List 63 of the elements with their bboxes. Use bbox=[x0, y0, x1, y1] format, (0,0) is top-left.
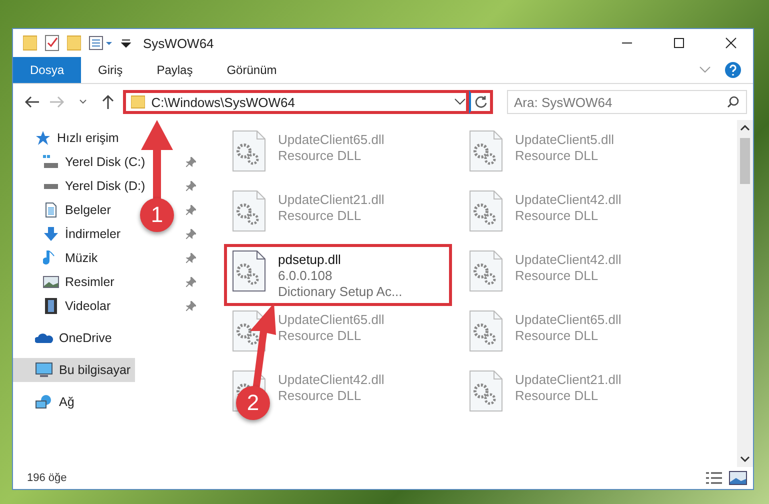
navigation-item[interactable]: Yerel Disk (D:) bbox=[13, 174, 150, 198]
file-detail: Resource DLL bbox=[515, 328, 600, 343]
cloud-icon bbox=[35, 332, 53, 344]
help-icon[interactable] bbox=[725, 62, 741, 78]
gear-file-icon bbox=[232, 190, 266, 232]
file-detail: 6.0.0.108 bbox=[278, 268, 334, 283]
window-title: SysWOW64 bbox=[143, 36, 214, 50]
chevron-down-icon[interactable] bbox=[454, 98, 466, 106]
file-detail: Resource DLL bbox=[278, 388, 362, 403]
navigation-item[interactable]: Resimler bbox=[13, 270, 118, 294]
gear-file-icon bbox=[469, 130, 503, 172]
file-detail: Resource DLL bbox=[515, 268, 600, 283]
download-arrow-icon bbox=[43, 226, 59, 242]
file-detail: Resource DLL bbox=[278, 328, 362, 343]
file-detail: Resource DLL bbox=[515, 388, 600, 403]
item-count: 196 öğe bbox=[27, 472, 68, 484]
address-field[interactable]: C:\Windows\SysWOW64 bbox=[123, 90, 470, 114]
details-view-icon[interactable] bbox=[705, 471, 723, 485]
file-detail: Resource DLL bbox=[278, 208, 362, 223]
navigation-item[interactable]: OneDrive bbox=[13, 326, 116, 350]
navigation-item[interactable]: Ağ bbox=[13, 390, 78, 414]
gear-file-icon bbox=[232, 250, 266, 292]
properties-icon[interactable] bbox=[89, 36, 113, 50]
file-detail: Resource DLL bbox=[515, 208, 600, 223]
file-detail: Resource DLL bbox=[515, 148, 600, 163]
ribbon-tab[interactable]: Görünüm bbox=[210, 57, 294, 83]
navigation-item[interactable]: Videolar bbox=[13, 294, 115, 318]
gear-file-icon bbox=[469, 250, 503, 292]
monitor-icon bbox=[35, 362, 53, 378]
navigation-item[interactable]: Bu bilgisayar bbox=[13, 358, 135, 382]
network-icon bbox=[35, 394, 53, 410]
dropdown-icon[interactable] bbox=[121, 38, 131, 48]
file-name[interactable]: pdsetup.dll bbox=[278, 252, 402, 267]
maximize-icon bbox=[673, 37, 685, 49]
gear-file-icon bbox=[469, 310, 503, 352]
scrollbar-thumb[interactable] bbox=[740, 138, 750, 184]
search-field[interactable]: Ara: SysWOW64 bbox=[506, 90, 747, 114]
gear-file-icon bbox=[469, 370, 503, 412]
navigation-item[interactable]: İndirmeler bbox=[13, 222, 125, 246]
refresh-icon bbox=[474, 95, 488, 109]
folder-icon bbox=[131, 95, 146, 109]
document-icon bbox=[43, 202, 59, 218]
search-icon bbox=[726, 96, 739, 108]
drive-icon bbox=[43, 183, 59, 189]
navigation-item[interactable]: Belgeler bbox=[13, 198, 115, 222]
drive-icon bbox=[43, 154, 59, 170]
gear-file-icon bbox=[469, 190, 503, 232]
file-detail: Dictionary Setup Ac... bbox=[278, 284, 402, 299]
ribbon-tab[interactable]: Paylaş bbox=[140, 57, 210, 83]
close-icon bbox=[725, 37, 737, 49]
navigation-item[interactable]: Müzik bbox=[13, 246, 102, 270]
thumbnail-view-icon[interactable] bbox=[729, 471, 747, 485]
file-detail: Resource DLL bbox=[278, 148, 362, 163]
gear-file-icon bbox=[232, 130, 266, 172]
navigation-item[interactable]: Yerel Disk (C:) bbox=[13, 150, 150, 174]
file-menu-button[interactable]: Dosya bbox=[13, 57, 82, 83]
checklist-icon[interactable] bbox=[45, 35, 59, 51]
picture-icon bbox=[43, 274, 59, 290]
film-icon bbox=[43, 298, 59, 314]
ribbon-tab[interactable]: Giriş bbox=[81, 57, 140, 83]
star-icon bbox=[35, 130, 51, 146]
navigation-item[interactable]: Hızlı erişim bbox=[13, 126, 123, 150]
refresh-button[interactable] bbox=[469, 90, 493, 114]
